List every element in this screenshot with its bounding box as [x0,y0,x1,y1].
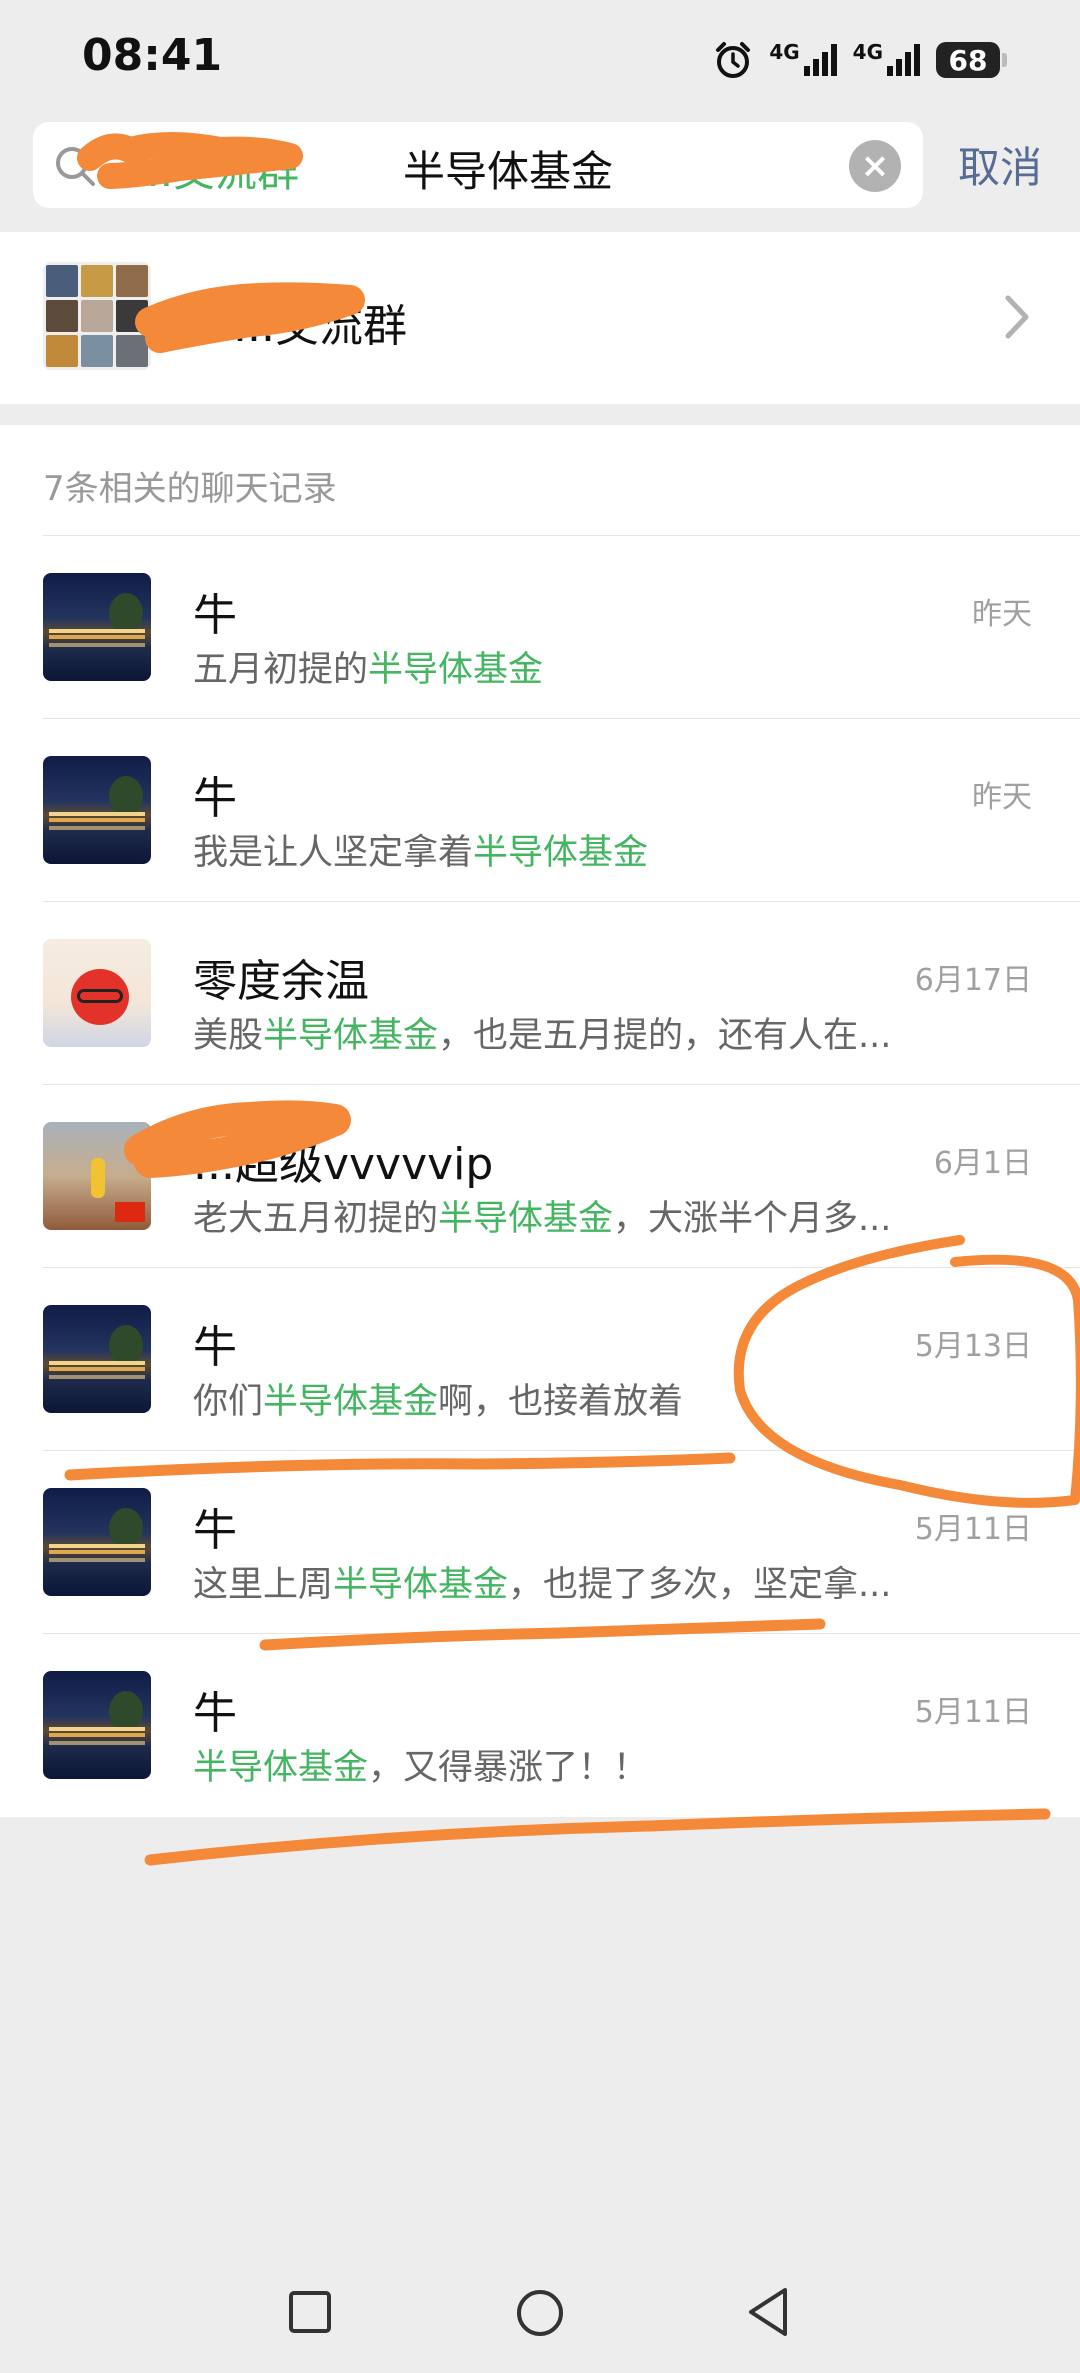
status-icons: 4G 4G 68 [713,36,1007,84]
message-snippet: 你们半导体基金啊，也接着放着 [193,1382,684,1422]
sender-name: 牛 [193,1322,237,1373]
search-icon [56,147,95,186]
system-nav-bar [0,2240,1080,2373]
message-snippet: 老大五月初提的半导体基金，大涨半个月多... [193,1199,892,1239]
chat-record-row[interactable]: 牛 5月11日 这里上周半导体基金，也提了多次，坚定拿... [0,1450,1080,1633]
sender-name: 牛 [193,590,237,641]
clear-search-icon[interactable]: × [849,140,901,192]
chat-record-row[interactable]: 牛 5月11日 半导体基金，又得暴涨了！！ [0,1633,1080,1816]
search-input[interactable]: ...交流群 半导体基金 × [33,122,923,208]
message-time: 5月11日 [914,1695,1032,1730]
section-header: 7条相关的聊天记录 [43,469,337,509]
message-time: 5月11日 [914,1512,1032,1547]
network-type-2: 4G [852,40,883,64]
group-avatar [43,262,151,370]
message-time: 昨天 [972,597,1032,632]
status-time: 08:41 [82,30,223,81]
chat-record-row[interactable]: 牛 昨天 五月初提的半导体基金 [0,535,1080,718]
battery-icon: 68 [936,42,1007,78]
avatar [43,1305,151,1413]
message-snippet: 我是让人坚定拿着半导体基金 [193,833,649,873]
chevron-right-icon [1005,295,1029,339]
network-type-1: 4G [769,40,800,64]
group-name: ...交流群 [233,301,407,352]
signal-bars-icon [803,44,837,76]
signal-bars-icon [887,44,920,76]
group-result-row[interactable]: ...交流群 [0,232,1080,404]
sender-name: 牛 [193,773,237,824]
cancel-button[interactable]: 取消 [958,134,1042,195]
avatar [43,756,151,864]
back-icon[interactable] [745,2286,791,2338]
message-snippet: 这里上周半导体基金，也提了多次，坚定拿... [193,1565,892,1605]
message-snippet: 五月初提的半导体基金 [193,650,544,690]
chat-record-row[interactable]: 牛 昨天 我是让人坚定拿着半导体基金 [0,718,1080,901]
recent-apps-icon[interactable] [288,2290,332,2334]
chat-record-row[interactable]: ...超级vvvvvip 6月1日 老大五月初提的半导体基金，大涨半个月多... [0,1084,1080,1267]
home-icon[interactable] [515,2288,565,2338]
chat-record-list: 牛 昨天 五月初提的半导体基金 牛 昨天 我是让人坚定拿着半导体基金 零度余温 … [0,535,1080,1816]
sender-name: 牛 [193,1505,237,1556]
signal-2: 4G [852,40,920,76]
search-query: 半导体基金 [403,147,614,196]
alarm-icon [716,42,751,78]
avatar [43,939,151,1047]
chat-record-row[interactable]: 零度余温 6月17日 美股半导体基金，也是五月提的，还有人在... [0,901,1080,1084]
sender-name: 零度余温 [193,956,369,1007]
message-time: 昨天 [972,780,1032,815]
chat-records-section: 7条相关的聊天记录 牛 昨天 五月初提的半导体基金 牛 昨天 我是让人坚定拿着半… [0,425,1080,1817]
message-time: 6月17日 [914,963,1032,998]
underline-annotation [144,1808,1051,1866]
message-time: 5月13日 [914,1329,1032,1364]
message-time: 6月1日 [933,1146,1032,1181]
signal-1: 4G [769,40,837,76]
sender-name: ...超级vvvvvip [193,1139,494,1190]
search-group-tag: ...交流群 [133,147,300,196]
avatar [43,1488,151,1596]
status-bar: 08:41 4G 4G 68 [0,0,1080,120]
avatar [43,1671,151,1779]
chat-record-row[interactable]: 牛 5月13日 你们半导体基金啊，也接着放着 [0,1267,1080,1450]
message-snippet: 美股半导体基金，也是五月提的，还有人在... [193,1016,892,1056]
avatar [43,573,151,681]
avatar [43,1122,151,1230]
message-snippet: 半导体基金，又得暴涨了！！ [193,1748,649,1788]
sender-name: 牛 [193,1688,237,1739]
